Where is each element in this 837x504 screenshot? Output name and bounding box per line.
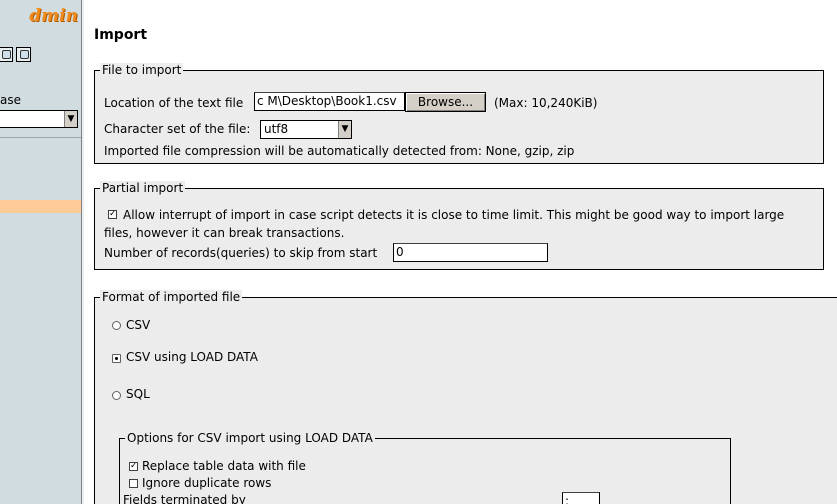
page-title: Import	[94, 27, 148, 43]
partial-import-legend: Partial import	[100, 181, 186, 195]
allow-interrupt-label-line1: Allow interrupt of import in case script…	[123, 208, 785, 222]
compression-note: Imported file compression will be automa…	[104, 144, 575, 158]
ignore-duplicates-label: Ignore duplicate rows	[142, 476, 272, 490]
format-sql-label[interactable]: SQL	[126, 387, 150, 401]
max-size-note: (Max: 10,240KiB)	[494, 96, 598, 110]
left-divider	[0, 137, 81, 138]
format-csv-load-data-label[interactable]: CSV using LOAD DATA	[126, 350, 258, 364]
fields-terminated-input[interactable]: ;	[562, 492, 600, 504]
skip-records-input[interactable]: 0	[393, 243, 548, 262]
charset-label: Character set of the file:	[104, 122, 251, 136]
chevron-down-icon[interactable]: ▼	[64, 111, 77, 127]
format-csv-radio[interactable]	[112, 321, 121, 330]
database-label: ase	[0, 93, 21, 107]
query-window-icon[interactable]	[0, 47, 13, 62]
left-navigation-frame: dmin ase ▼	[0, 0, 81, 504]
skip-records-label: Number of records(queries) to skip from …	[104, 246, 378, 260]
allow-interrupt-checkbox[interactable]: ✓	[108, 210, 117, 219]
csv-load-data-options-fieldset: Options for CSV import using LOAD DATA ✓…	[119, 431, 731, 504]
browse-button[interactable]: Browse...	[405, 92, 486, 112]
sql-query-icon[interactable]	[16, 47, 31, 62]
location-label: Location of the text file	[104, 96, 244, 110]
selected-table-highlight[interactable]	[0, 200, 81, 213]
csv-load-data-options-legend: Options for CSV import using LOAD DATA	[125, 431, 375, 445]
partial-import-fieldset: Partial import ✓ Allow interrupt of impo…	[94, 181, 824, 270]
database-select[interactable]: ▼	[0, 110, 78, 128]
format-fieldset: Format of imported file CSV CSV using LO…	[94, 290, 837, 504]
file-to-import-legend: File to import	[100, 63, 184, 77]
format-csv-load-data-radio[interactable]	[112, 354, 121, 363]
file-path-input[interactable]: c M\Desktop\Book1.csv	[254, 92, 405, 111]
phpmyadmin-logo[interactable]: dmin	[0, 6, 81, 32]
format-sql-radio[interactable]	[112, 391, 121, 400]
format-legend: Format of imported file	[100, 290, 243, 304]
charset-select[interactable]: utf8 ▼	[260, 120, 352, 139]
charset-select-value: utf8	[264, 122, 289, 136]
file-to-import-fieldset: File to import Location of the text file…	[94, 63, 824, 164]
ignore-duplicates-checkbox[interactable]	[129, 479, 138, 488]
replace-table-data-checkbox[interactable]: ✓	[129, 462, 138, 471]
allow-interrupt-label-line2: files, however it can break transactions…	[104, 226, 345, 240]
chevron-down-icon[interactable]: ▼	[338, 121, 351, 138]
fields-terminated-label: Fields terminated by	[123, 493, 246, 504]
replace-table-data-label: Replace table data with file	[142, 459, 306, 473]
format-csv-label[interactable]: CSV	[126, 318, 150, 332]
main-content: Import File to import Location of the te…	[84, 0, 837, 504]
